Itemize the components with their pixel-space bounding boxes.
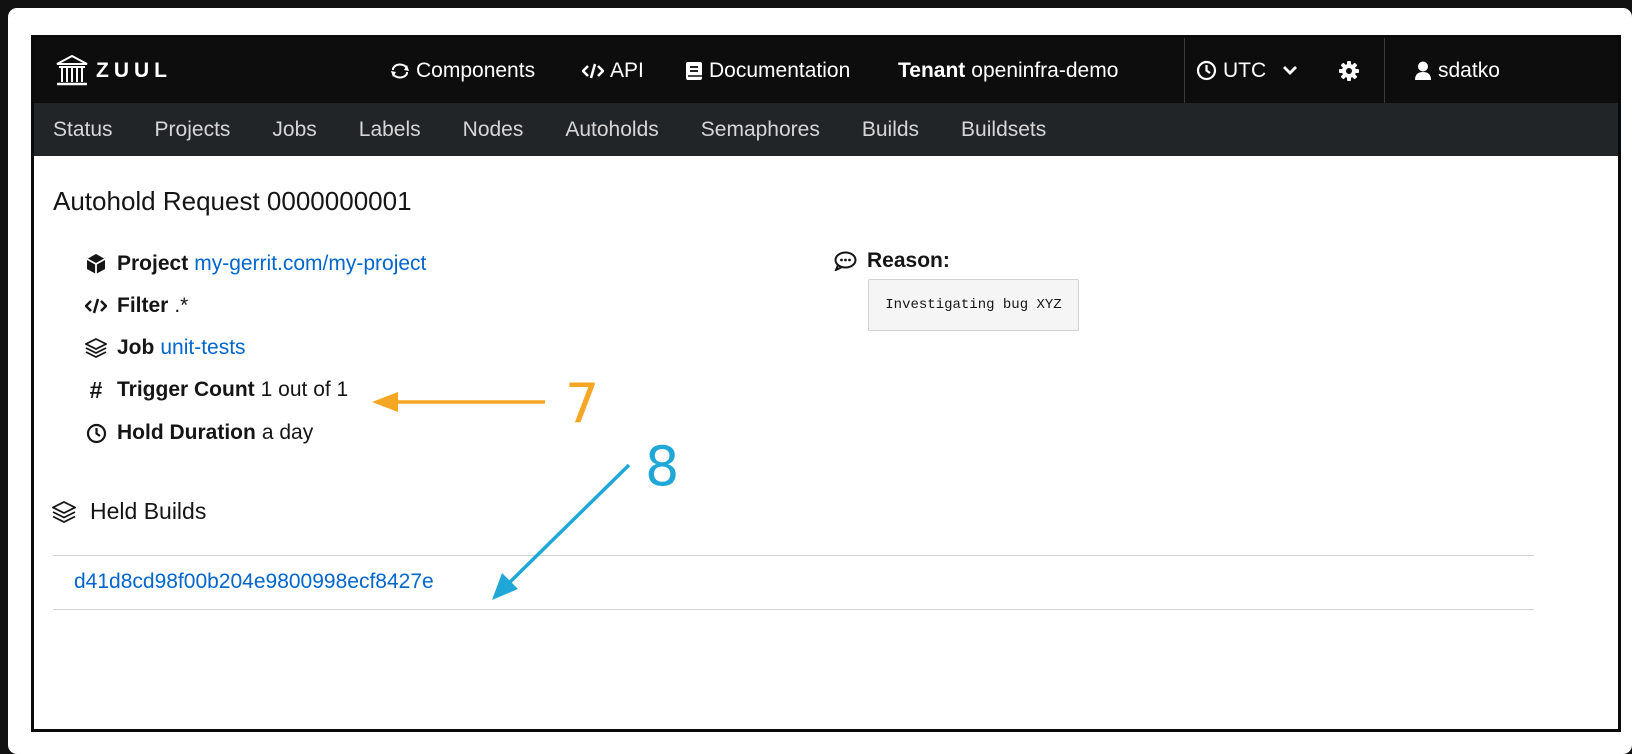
subnav-nodes[interactable]: Nodes <box>463 118 524 142</box>
trigger-count-value: 1 out of 1 <box>260 378 349 401</box>
table-divider-top <box>53 555 1534 556</box>
filter-value: .* <box>174 294 189 317</box>
annotation-label-8: 8 <box>645 435 680 498</box>
hold-duration-label: Hold Duration <box>117 421 256 444</box>
subnav-status[interactable]: Status <box>53 118 113 142</box>
reason-label: Reason: <box>867 249 950 272</box>
table-divider-bottom <box>53 609 1534 610</box>
user-menu[interactable]: sdatko <box>1414 38 1500 103</box>
filter-label: Filter <box>117 294 169 317</box>
job-label: Job <box>117 336 155 359</box>
hold-duration-value: a day <box>261 421 314 444</box>
nav-documentation[interactable]: Documentation <box>685 38 850 103</box>
page-title: Autohold Request 0000000001 <box>53 186 412 216</box>
detail-hold-duration: Hold Duration a day <box>84 418 313 448</box>
zuul-logo[interactable]: ZUUL <box>55 55 172 87</box>
held-builds-title: Held Builds <box>90 498 207 524</box>
code-icon <box>84 294 108 318</box>
trigger-count-label: Trigger Count <box>117 378 255 401</box>
tenant-label: Tenant <box>898 58 966 82</box>
cube-icon <box>84 252 108 276</box>
nav-documentation-label: Documentation <box>709 58 851 82</box>
subnav-projects[interactable]: Projects <box>155 118 231 142</box>
user-name: sdatko <box>1438 58 1500 82</box>
reason-text: Investigating bug XYZ <box>868 279 1079 331</box>
held-builds-heading: Held Builds <box>52 498 206 525</box>
book-icon <box>685 61 703 81</box>
detail-trigger-count: # Trigger Count 1 out of 1 <box>84 375 349 405</box>
detail-project: Project my-gerrit.com/my-project <box>84 249 426 279</box>
header-divider <box>1184 38 1185 103</box>
nav-api-label: API <box>610 58 644 82</box>
gear-icon <box>1338 60 1360 82</box>
code-icon <box>582 63 604 79</box>
subnav-buildsets[interactable]: Buildsets <box>961 118 1046 142</box>
reason-header: Reason: <box>834 249 950 273</box>
subnav-labels[interactable]: Labels <box>359 118 421 142</box>
layers-icon <box>52 500 76 523</box>
components-icon <box>390 63 410 79</box>
header-divider-2 <box>1384 38 1385 103</box>
subnav-builds[interactable]: Builds <box>862 118 919 142</box>
layers-icon <box>84 336 108 360</box>
detail-filter: Filter .* <box>84 291 188 321</box>
zuul-window: ZUUL Components API Documentation Tenant… <box>31 35 1621 732</box>
user-icon <box>1414 61 1432 81</box>
clock-icon <box>1196 60 1217 81</box>
clock-icon <box>84 421 108 445</box>
nav-components-label: Components <box>416 58 536 82</box>
subnav-semaphores[interactable]: Semaphores <box>701 118 820 142</box>
nav-components[interactable]: Components <box>390 38 535 103</box>
timezone-value: UTC <box>1223 58 1267 82</box>
secondary-nav: Status Projects Jobs Labels Nodes Autoho… <box>34 103 1618 156</box>
zuul-temple-icon <box>55 55 89 87</box>
subnav-autoholds[interactable]: Autoholds <box>565 118 658 142</box>
settings-button[interactable] <box>1338 38 1360 103</box>
held-build-link[interactable]: d41d8cd98f00b204e9800998ecf8427e <box>74 570 434 594</box>
logo-text: ZUUL <box>96 59 172 82</box>
top-header: ZUUL Components API Documentation Tenant… <box>34 38 1618 103</box>
chevron-down-icon <box>1282 65 1298 76</box>
hashtag-icon: # <box>89 376 103 403</box>
detail-job: Job unit-tests <box>84 333 246 363</box>
subnav-jobs[interactable]: Jobs <box>272 118 316 142</box>
job-link[interactable]: unit-tests <box>160 336 245 360</box>
project-link[interactable]: my-gerrit.com/my-project <box>194 252 426 276</box>
annotation-label-7: 7 <box>565 372 600 435</box>
project-label: Project <box>117 252 189 275</box>
timezone-dropdown[interactable]: UTC <box>1196 38 1298 103</box>
tenant-value: openinfra-demo <box>971 58 1119 82</box>
tenant-selector[interactable]: Tenant openinfra-demo <box>898 38 1118 103</box>
nav-api[interactable]: API <box>582 38 644 103</box>
comment-icon <box>834 251 857 271</box>
